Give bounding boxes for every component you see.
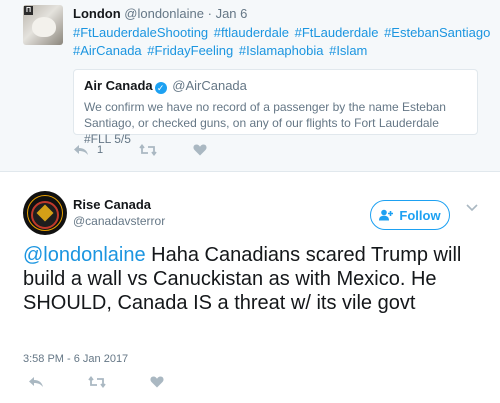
- reply-count: 1: [97, 144, 104, 156]
- quoted-tweet-text: We confirm we have no record of a passen…: [84, 100, 446, 146]
- quoted-author-name: Air Canada: [84, 78, 153, 93]
- hashtag-link[interactable]: #EstebanSantiago: [384, 25, 490, 40]
- heart-icon: [193, 144, 207, 156]
- reply-icon: [29, 377, 43, 387]
- retweet-button[interactable]: [139, 144, 157, 156]
- verified-badge-icon: ✓: [154, 82, 167, 94]
- like-button[interactable]: [150, 376, 164, 388]
- main-tweet-actions: [28, 376, 208, 388]
- retweet-icon: [139, 144, 157, 156]
- hashtag-link[interactable]: #AirCanada: [73, 43, 142, 58]
- reply-author-handle[interactable]: @londonlaine: [124, 6, 204, 21]
- follow-button[interactable]: Follow: [370, 200, 450, 230]
- london-avatar[interactable]: Π: [23, 5, 63, 45]
- chevron-down-icon[interactable]: [466, 204, 478, 212]
- hashtag-link[interactable]: #Islam: [329, 43, 367, 58]
- header-separator: ·: [207, 6, 212, 21]
- hashtag-link[interactable]: #Islamaphobia: [239, 43, 324, 58]
- rise-canada-avatar[interactable]: [23, 191, 67, 235]
- quoted-tweet[interactable]: Air Canada ✓ @AirCanada We confirm we hav…: [73, 69, 478, 146]
- main-author-handle[interactable]: @canadavsterror: [73, 214, 165, 228]
- avatar-badge: Π: [24, 6, 33, 15]
- reply-icon: [74, 145, 88, 155]
- quoted-author-handle: @AirCanada: [172, 78, 247, 93]
- hashtag-link[interactable]: #ftlauderdale: [214, 25, 289, 40]
- tweet-timestamp[interactable]: 3:58 PM - 6 Jan 2017: [23, 353, 128, 365]
- avatar-image: [32, 17, 56, 37]
- heart-icon: [150, 376, 164, 388]
- reply-tweet[interactable]: Π London @londonlaine · Jan 6 #FtLauderd…: [0, 0, 500, 172]
- hashtag-link[interactable]: #FtLauderdaleShooting: [73, 25, 208, 40]
- quoted-tweet-header: Air Canada ✓ @AirCanada: [84, 78, 467, 94]
- retweet-button[interactable]: [88, 376, 106, 388]
- reply-tweet-header: London @londonlaine · Jan 6: [73, 6, 247, 21]
- reply-tweet-actions: 1: [73, 144, 243, 156]
- retweet-icon: [88, 376, 106, 388]
- reply-button[interactable]: 1: [73, 144, 103, 156]
- hashtag-link[interactable]: #FridayFeeling: [147, 43, 233, 58]
- reply-date[interactable]: Jan 6: [216, 6, 248, 21]
- main-author-name[interactable]: Rise Canada: [73, 197, 151, 212]
- follow-label: Follow: [399, 207, 441, 223]
- reply-author-name[interactable]: London: [73, 6, 121, 21]
- mention-link[interactable]: @londonlaine: [23, 244, 146, 266]
- main-tweet: Rise Canada @canadavsterror Follow @lond…: [0, 173, 500, 403]
- add-user-icon: [379, 209, 394, 221]
- hashtag-list: #FtLauderdaleShooting #ftlauderdale #FtL…: [73, 24, 493, 60]
- main-tweet-text: @londonlaine Haha Canadians scared Trump…: [23, 243, 473, 315]
- reply-button[interactable]: [28, 376, 44, 388]
- like-button[interactable]: [193, 144, 207, 156]
- hashtag-link[interactable]: #FtLauderdale: [295, 25, 379, 40]
